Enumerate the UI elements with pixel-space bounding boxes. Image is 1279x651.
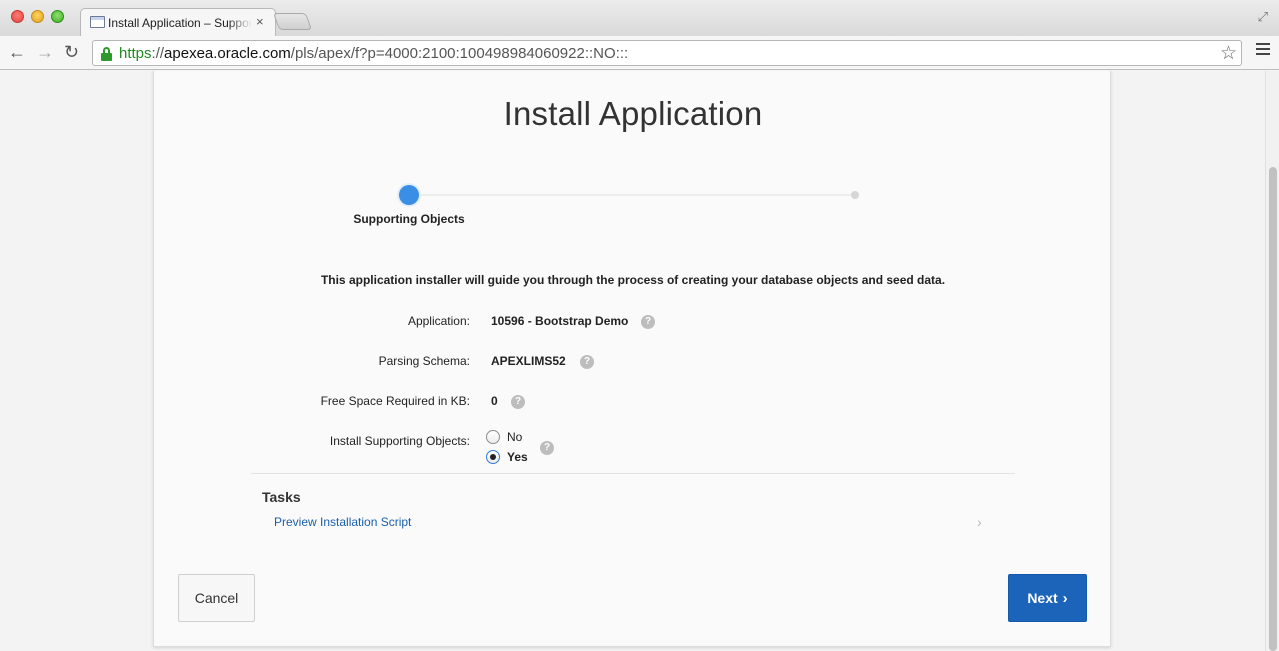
secure-lock-icon — [101, 47, 112, 61]
install-supporting-help-icon[interactable]: ? — [540, 441, 554, 455]
page-favicon-icon — [90, 16, 105, 28]
address-bar[interactable]: https://apexea.oracle.com/pls/apex/f?p=4… — [92, 40, 1242, 66]
parsing-schema-label: Parsing Schema: — [378, 354, 470, 368]
vertical-scrollbar[interactable] — [1265, 71, 1279, 651]
page-title: Install Application — [503, 95, 763, 132]
application-help-icon[interactable]: ? — [641, 315, 655, 329]
reload-icon[interactable]: ↻ — [64, 41, 79, 63]
intro-text: This application installer will guide yo… — [320, 273, 946, 287]
application-label: Application: — [407, 314, 470, 328]
browser-menu-icon[interactable] — [1256, 43, 1270, 55]
wizard-progress-track — [409, 194, 855, 196]
back-arrow-icon[interactable]: ← — [8, 41, 26, 63]
application-value: 10596 - Bootstrap Demo — [491, 314, 629, 328]
wizard-step-label: Supporting Objects — [353, 212, 465, 226]
tasks-heading: Tasks — [262, 489, 301, 505]
parsing-schema-value: APEXLIMS52 — [491, 354, 566, 368]
chevron-right-icon[interactable]: › — [977, 514, 982, 530]
wizard-final-step-marker — [851, 191, 859, 199]
radio-no[interactable] — [486, 430, 500, 444]
wizard-current-step-marker — [399, 185, 419, 205]
free-space-label: Free Space Required in KB: — [320, 394, 470, 408]
cancel-button[interactable]: Cancel — [178, 574, 255, 622]
radio-yes-label[interactable]: Yes — [507, 450, 528, 464]
forward-arrow-icon[interactable]: → — [36, 41, 54, 63]
free-space-value: 0 — [491, 394, 498, 408]
tab-title: Install Application – Supporting Objects — [108, 16, 252, 30]
browser-toolbar: ← → ↻ https://apexea.oracle.com/pls/apex… — [0, 36, 1279, 70]
close-window-button[interactable] — [11, 10, 24, 23]
chevron-right-icon: › — [1062, 589, 1068, 607]
next-button[interactable]: Next › — [1008, 574, 1087, 622]
browser-tab-active[interactable]: Install Application – Supporting Objects… — [80, 8, 276, 36]
radio-yes[interactable] — [486, 450, 500, 464]
scrollbar-thumb[interactable] — [1269, 167, 1277, 651]
zoom-window-button[interactable] — [51, 10, 64, 23]
section-divider — [251, 473, 1015, 474]
preview-installation-script-link[interactable]: Preview Installation Script — [274, 515, 411, 529]
new-tab-button[interactable] — [272, 13, 313, 30]
page-viewport: Install Application Supporting Objects T… — [0, 71, 1265, 651]
free-space-help-icon[interactable]: ? — [511, 395, 525, 409]
fullscreen-icon[interactable]: ⤢ — [1258, 9, 1268, 25]
minimize-window-button[interactable] — [31, 10, 44, 23]
next-button-label: Next — [1027, 589, 1058, 606]
install-supporting-label: Install Supporting Objects: — [329, 434, 470, 448]
bookmark-star-icon[interactable]: ☆ — [1220, 42, 1237, 65]
parsing-schema-help-icon[interactable]: ? — [580, 355, 594, 369]
radio-no-label[interactable]: No — [507, 430, 522, 444]
tab-close-icon[interactable]: × — [256, 14, 264, 29]
install-wizard-dialog: Install Application Supporting Objects T… — [153, 71, 1111, 647]
browser-titlebar: Install Application – Supporting Objects… — [0, 0, 1279, 36]
url-text[interactable]: https://apexea.oracle.com/pls/apex/f?p=4… — [119, 45, 628, 62]
